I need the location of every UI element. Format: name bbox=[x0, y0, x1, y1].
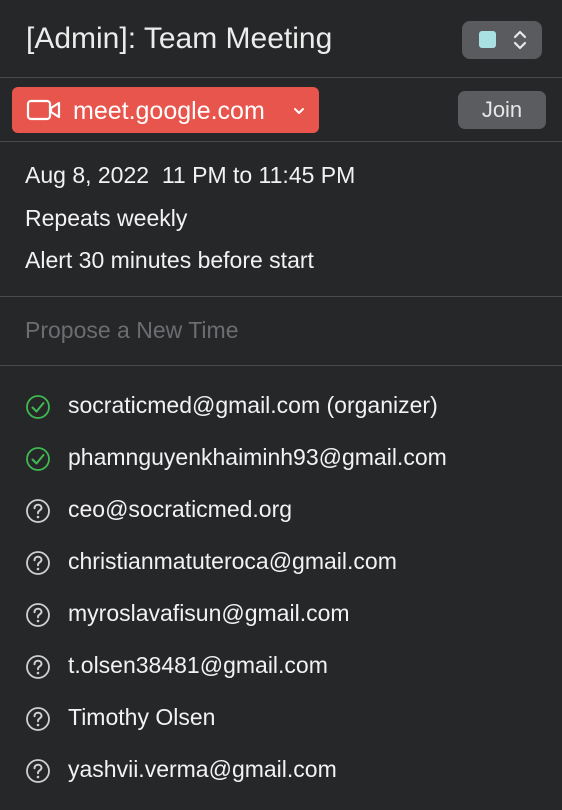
location-row: meet.google.com Join bbox=[0, 78, 562, 142]
attendee-name: ceo@socraticmed.org bbox=[68, 496, 293, 522]
attendee-row[interactable]: Timothy Olsen bbox=[0, 692, 562, 744]
event-details: Aug 8, 2022 11 PM to 11:45 PM Repeats we… bbox=[0, 142, 562, 297]
location-label: meet.google.com bbox=[73, 97, 265, 125]
attendee-name: t.olsen38481@gmail.com bbox=[68, 652, 328, 678]
attendee-name: yashvii.verma@gmail.com bbox=[68, 756, 337, 782]
attendee-name: socraticmed@gmail.com (organizer) bbox=[68, 392, 438, 418]
join-button[interactable]: Join bbox=[458, 91, 546, 129]
event-popover: [Admin]: Team Meeting meet.google.com Jo… bbox=[0, 0, 562, 810]
location-button[interactable]: meet.google.com bbox=[12, 87, 319, 133]
attendee-name: phamnguyenkhaiminh93@gmail.com bbox=[68, 444, 447, 470]
calendar-color-picker[interactable] bbox=[462, 21, 542, 59]
question-mark-icon bbox=[26, 551, 50, 575]
header: [Admin]: Team Meeting bbox=[0, 0, 562, 78]
event-repeat[interactable]: Repeats weekly bbox=[25, 205, 187, 232]
event-datetime[interactable]: Aug 8, 2022 11 PM to 11:45 PM bbox=[25, 162, 355, 189]
video-camera-icon bbox=[26, 99, 61, 121]
chevron-updown-icon bbox=[513, 30, 527, 50]
attendee-row[interactable]: t.olsen38481@gmail.com bbox=[0, 640, 562, 692]
attendee-name: christianmatuteroca@gmail.com bbox=[68, 548, 397, 574]
event-title[interactable]: [Admin]: Team Meeting bbox=[26, 22, 332, 56]
event-alert[interactable]: Alert 30 minutes before start bbox=[25, 247, 314, 274]
question-mark-icon bbox=[26, 759, 50, 783]
question-mark-icon bbox=[26, 655, 50, 679]
accepted-check-icon bbox=[26, 447, 50, 471]
attendee-row[interactable]: myroslavafisun@gmail.com bbox=[0, 588, 562, 640]
question-mark-icon bbox=[26, 603, 50, 627]
attendee-name: myroslavafisun@gmail.com bbox=[68, 600, 350, 626]
attendee-row[interactable]: socraticmed@gmail.com (organizer) bbox=[0, 380, 562, 432]
question-mark-icon bbox=[26, 499, 50, 523]
attendee-row[interactable]: christianmatuteroca@gmail.com bbox=[0, 536, 562, 588]
chevron-down-icon bbox=[294, 108, 304, 114]
question-mark-icon bbox=[26, 707, 50, 731]
calendar-color-swatch bbox=[479, 31, 496, 48]
propose-row: Propose a New Time bbox=[0, 297, 562, 366]
accepted-check-icon bbox=[26, 395, 50, 419]
attendee-row[interactable]: phamnguyenkhaiminh93@gmail.com bbox=[0, 432, 562, 484]
propose-new-time-button[interactable]: Propose a New Time bbox=[25, 317, 238, 344]
attendee-row[interactable]: ceo@socraticmed.org bbox=[0, 484, 562, 536]
attendee-name: Timothy Olsen bbox=[68, 704, 216, 730]
attendee-row[interactable]: yashvii.verma@gmail.com bbox=[0, 744, 562, 796]
